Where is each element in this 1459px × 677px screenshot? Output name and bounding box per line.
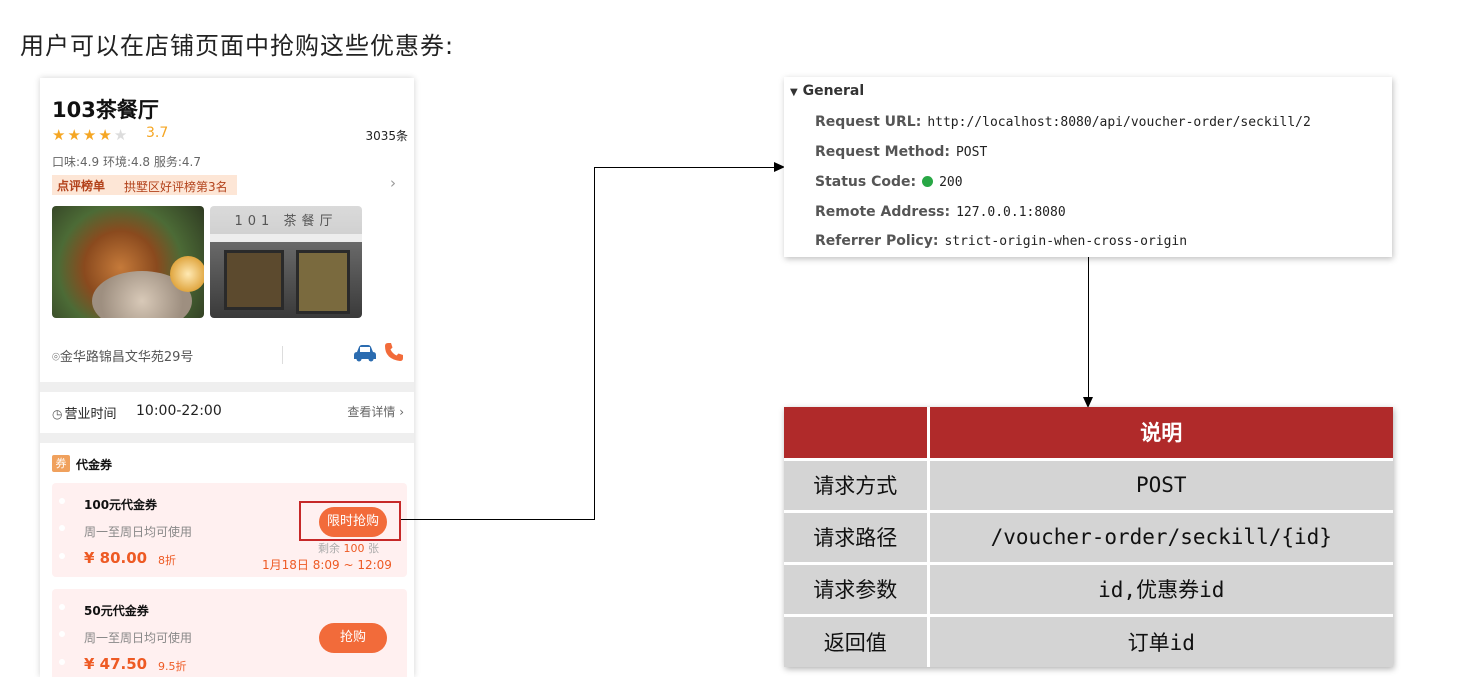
row-key: Status Code: — [815, 174, 917, 190]
voucher-section-title: 代金券 — [76, 458, 113, 472]
voucher-discount: 8折 — [158, 554, 176, 567]
voucher-price: ¥ 47.50 — [84, 655, 148, 673]
status-code-row: Status Code: 200 — [815, 174, 963, 190]
star-rating: ★★★★★ — [52, 126, 129, 144]
api-description-table: 说明 请求方式 POST 请求路径 /voucher-order/seckill… — [784, 407, 1393, 667]
connector-line — [594, 167, 774, 168]
table-row: 请求方式 POST — [784, 457, 1393, 511]
section-title: General — [802, 83, 865, 99]
referrer-policy-row: Referrer Policy: strict-origin-when-cross… — [815, 233, 1187, 249]
shop-address[interactable]: ⌾金华路锦昌文华苑29号 — [52, 346, 193, 365]
request-general-panel: ▼ General Request URL: http://localhost:8… — [784, 77, 1392, 257]
phone-icon[interactable] — [384, 342, 404, 362]
car-icon[interactable] — [353, 344, 377, 362]
ranking-text: 拱墅区好评榜第3名 — [124, 180, 228, 194]
address-text: 金华路锦昌文华苑29号 — [59, 350, 194, 365]
status-dot-icon — [922, 176, 934, 187]
row-key: Referrer Policy: — [815, 233, 939, 249]
star-icon: ★ — [113, 126, 130, 144]
remote-address-row: Remote Address: 127.0.0.1:8080 — [815, 204, 1066, 220]
table-cell-label: 请求参数 — [784, 561, 930, 615]
view-details-link[interactable]: 查看详情 › — [347, 403, 404, 420]
location-icon: ⌾ — [52, 350, 60, 365]
page-heading: 用户可以在店铺页面中抢购这些优惠券: — [20, 32, 455, 60]
shop-photo-storefront[interactable]: 101 茶餐厅 — [210, 206, 362, 318]
general-section-header[interactable]: ▼ General — [790, 83, 864, 99]
row-value: 200 — [939, 175, 963, 190]
voucher-stock: 剩余 100 张 — [318, 540, 379, 556]
star-icon: ★ — [52, 126, 68, 144]
stock-count: 100 — [343, 542, 365, 555]
review-count[interactable]: 3035条 — [365, 127, 408, 144]
voucher-card: 50元代金券 周一至周日均可使用 ¥ 47.50 9.5折 抢购 — [52, 589, 407, 677]
table-cell-label: 返回值 — [784, 613, 930, 667]
hours-value: 10:00-22:00 — [136, 403, 222, 419]
star-icon: ★ — [82, 126, 99, 144]
row-value: strict-origin-when-cross-origin — [944, 234, 1188, 249]
shop-photo-food[interactable] — [52, 206, 204, 318]
table-cell-label: 请求方式 — [784, 457, 930, 511]
table-cell-value: 订单id — [928, 613, 1393, 667]
ranking-tag: 点评榜单 — [57, 179, 106, 193]
stock-suffix: 张 — [368, 542, 379, 555]
star-icon: ★ — [67, 126, 83, 144]
table-header-cell — [784, 407, 930, 459]
table-cell-value: /voucher-order/seckill/{id} — [928, 509, 1393, 563]
shop-score: 3.7 — [146, 125, 169, 141]
triangle-down-icon: ▼ — [790, 87, 798, 98]
storefront-sign: 101 茶餐厅 — [234, 214, 338, 229]
table-cell-value: id,优惠券id — [928, 561, 1393, 615]
shop-name: 103茶餐厅 — [52, 98, 159, 122]
highlight-box — [299, 501, 401, 541]
connector-line — [1088, 257, 1089, 397]
table-row: 返回值 订单id — [784, 613, 1393, 667]
voucher-desc: 周一至周日均可使用 — [84, 631, 193, 645]
ranking-banner[interactable]: 点评榜单 拱墅区好评榜第3名 — [52, 175, 237, 195]
voucher-discount: 9.5折 — [158, 660, 187, 673]
row-value: 127.0.0.1:8080 — [956, 205, 1066, 220]
clock-icon: ◷ — [52, 407, 63, 421]
connector-line — [594, 167, 595, 520]
chevron-right-icon: › — [399, 405, 404, 419]
voucher-title: 100元代金券 — [84, 498, 158, 512]
row-value: POST — [955, 145, 988, 160]
details-text: 查看详情 — [347, 405, 396, 419]
buy-button[interactable]: 抢购 — [319, 623, 387, 653]
row-key: Request Method: — [815, 144, 950, 160]
request-url-row: Request URL: http://localhost:8080/api/vo… — [815, 114, 1311, 130]
table-header-cell: 说明 — [928, 407, 1393, 459]
shop-page: 103茶餐厅 ★★★★★ 3.7 3035条 口味:4.9 环境:4.8 服务:… — [40, 78, 414, 677]
row-value: http://localhost:8080/api/voucher-order/… — [927, 115, 1311, 130]
voucher-time: 1月18日 8:09 ~ 12:09 — [262, 558, 392, 572]
sub-scores: 口味:4.9 环境:4.8 服务:4.7 — [52, 155, 202, 169]
voucher-price: ¥ 80.00 — [84, 549, 148, 567]
voucher-section-icon: 券 — [52, 455, 70, 472]
business-hours: ◷ 营业时间 — [52, 403, 117, 422]
row-key: Request URL: — [815, 114, 922, 130]
voucher-title: 50元代金券 — [84, 604, 149, 618]
star-icon: ★ — [98, 126, 114, 144]
table-header-row: 说明 — [784, 407, 1393, 459]
voucher-desc: 周一至周日均可使用 — [84, 525, 193, 539]
row-key: Remote Address: — [815, 204, 951, 220]
chevron-right-icon[interactable]: › — [390, 174, 396, 192]
connector-line — [401, 519, 595, 520]
request-method-row: Request Method: POST — [815, 144, 987, 160]
table-cell-value: POST — [928, 457, 1393, 511]
table-row: 请求参数 id,优惠券id — [784, 561, 1393, 615]
hours-label: 营业时间 — [64, 407, 117, 422]
stock-prefix: 剩余 — [318, 542, 340, 555]
table-cell-label: 请求路径 — [784, 509, 930, 563]
table-row: 请求路径 /voucher-order/seckill/{id} — [784, 509, 1393, 563]
